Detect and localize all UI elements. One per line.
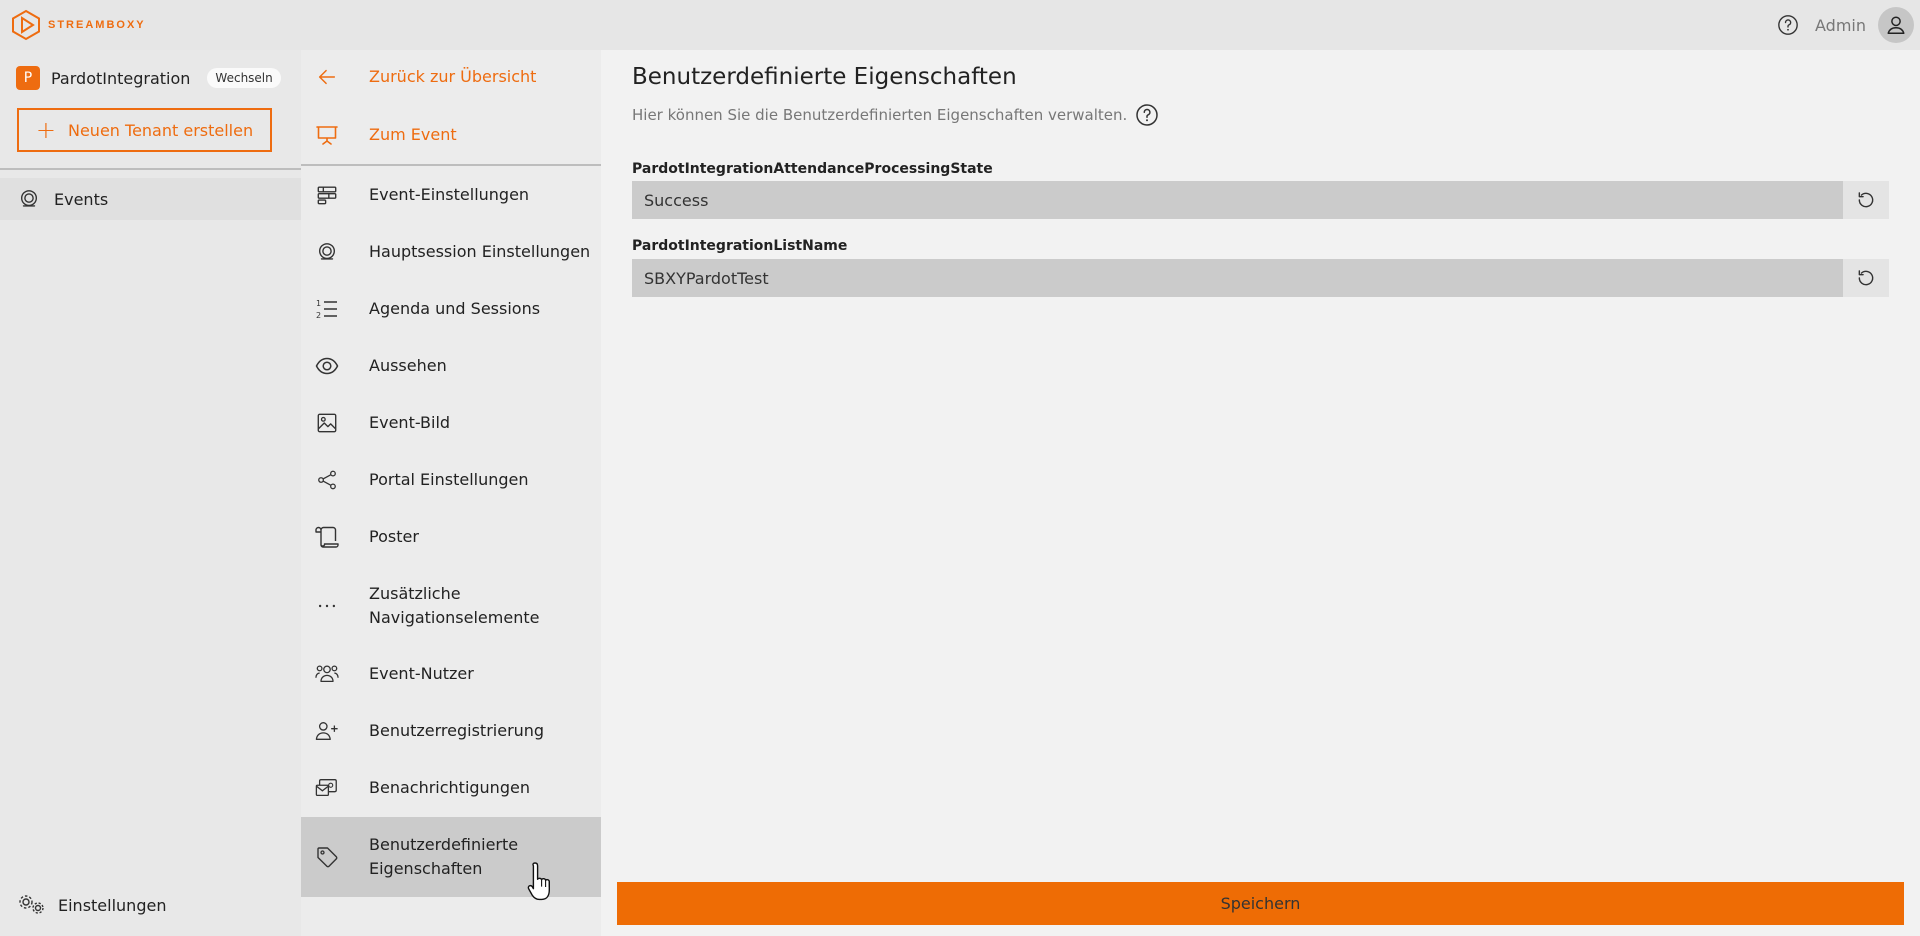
eye-icon bbox=[315, 354, 339, 378]
presentation-icon bbox=[315, 123, 339, 147]
image-icon bbox=[315, 411, 339, 435]
new-tenant-label: Neuen Tenant erstellen bbox=[67, 120, 254, 140]
user-icon bbox=[1887, 16, 1905, 34]
divider bbox=[301, 164, 601, 166]
nav-item-label: Poster bbox=[369, 527, 419, 546]
sidebar-item-events[interactable]: Events bbox=[0, 178, 301, 220]
nav-item-label: Hauptsession Einstellungen bbox=[369, 242, 591, 261]
numbered-list-icon: 12 bbox=[315, 297, 339, 321]
nav-item-event-settings[interactable]: Event-Einstellungen bbox=[301, 172, 601, 218]
tenant-badge: P bbox=[16, 66, 40, 90]
reset-button[interactable] bbox=[1843, 259, 1889, 297]
nav-item-label: Benutzerdefinierte Eigenschaften bbox=[369, 835, 519, 878]
brand-logo[interactable]: STREAMBOXY bbox=[10, 9, 146, 41]
nav-item-label: Agenda und Sessions bbox=[369, 299, 541, 318]
nav-item-label: Benachrichtigungen bbox=[369, 778, 530, 797]
svg-text:1: 1 bbox=[316, 299, 321, 308]
settings-label: Einstellungen bbox=[58, 895, 167, 915]
nav-item-label: Event-Nutzer bbox=[369, 664, 474, 683]
tenant-sidebar: P PardotIntegration Wechseln + Neuen Ten… bbox=[0, 50, 301, 936]
nav-item-poster[interactable]: Poster bbox=[301, 514, 601, 560]
property-value-input[interactable] bbox=[632, 259, 1843, 297]
nav-item-main-session[interactable]: Hauptsession Einstellungen bbox=[301, 229, 601, 275]
mail-icon bbox=[315, 776, 339, 800]
more-icon bbox=[315, 594, 339, 618]
nav-item-extra-navigation[interactable]: Zusätzliche Navigationselemente bbox=[301, 571, 601, 641]
new-tenant-button[interactable]: + Neuen Tenant erstellen bbox=[17, 108, 272, 152]
page-subtitle: Hier können Sie die Benutzerdefinierten … bbox=[632, 103, 1159, 127]
user-plus-icon bbox=[315, 719, 339, 743]
nav-item-label: Event-Bild bbox=[369, 413, 451, 432]
reset-icon bbox=[1858, 270, 1874, 286]
switch-tenant-button[interactable]: Wechseln bbox=[207, 68, 281, 88]
layout-icon bbox=[315, 183, 339, 207]
help-icon[interactable] bbox=[1135, 103, 1159, 127]
brand-name: STREAMBOXY bbox=[48, 19, 146, 31]
property-value-input[interactable] bbox=[632, 181, 1843, 219]
top-bar: STREAMBOXY Admin bbox=[0, 0, 1920, 50]
webcam-icon bbox=[20, 190, 38, 207]
nav-item-portal-settings[interactable]: Portal Einstellungen bbox=[301, 457, 601, 503]
users-icon bbox=[315, 662, 339, 686]
field-label: PardotIntegrationAttendanceProcessingSta… bbox=[632, 161, 993, 177]
arrow-left-icon bbox=[315, 65, 339, 89]
nav-item-event-users[interactable]: Event-Nutzer bbox=[301, 651, 601, 697]
nav-item-label: Portal Einstellungen bbox=[369, 470, 529, 489]
nav-item-label: Event-Einstellungen bbox=[369, 185, 530, 204]
settings-link[interactable]: Einstellungen bbox=[18, 894, 166, 916]
nav-item-label: Zusätzliche Navigationselemente bbox=[369, 584, 540, 627]
nav-item-appearance[interactable]: Aussehen bbox=[301, 343, 601, 389]
to-event-link[interactable]: Zum Event bbox=[301, 112, 601, 158]
tag-icon bbox=[315, 845, 339, 869]
webcam-icon bbox=[315, 240, 339, 264]
tenant-selector: P PardotIntegration Wechseln bbox=[0, 50, 301, 106]
sidebar-item-label: Events bbox=[54, 189, 109, 209]
back-to-overview-link[interactable]: Zurück zur Übersicht bbox=[301, 54, 601, 100]
help-icon[interactable] bbox=[1777, 14, 1799, 36]
main-content: Benutzerdefinierte Eigenschaften Hier kö… bbox=[601, 50, 1920, 936]
page-title: Benutzerdefinierte Eigenschaften bbox=[632, 64, 1017, 90]
reset-icon bbox=[1858, 192, 1874, 208]
streamboxy-logo-icon bbox=[12, 9, 40, 41]
tenant-name: PardotIntegration bbox=[51, 68, 191, 88]
gears-icon bbox=[19, 895, 44, 914]
svg-text:2: 2 bbox=[316, 311, 321, 320]
avatar[interactable] bbox=[1878, 7, 1914, 43]
field-label: PardotIntegrationListName bbox=[632, 238, 848, 254]
back-label: Zurück zur Übersicht bbox=[369, 67, 537, 86]
save-button[interactable]: Speichern bbox=[617, 882, 1904, 925]
nav-item-agenda[interactable]: 12 Agenda und Sessions bbox=[301, 286, 601, 332]
nav-item-label: Aussehen bbox=[369, 356, 447, 375]
user-name[interactable]: Admin bbox=[1815, 16, 1866, 35]
share-icon bbox=[315, 468, 339, 492]
nav-item-event-image[interactable]: Event-Bild bbox=[301, 400, 601, 446]
hand-cursor-icon bbox=[527, 862, 550, 901]
event-nav: Zurück zur Übersicht Zum Event Event-Ein… bbox=[301, 50, 601, 936]
plus-icon: + bbox=[35, 116, 56, 144]
to-event-label: Zum Event bbox=[369, 125, 457, 144]
reset-button[interactable] bbox=[1843, 181, 1889, 219]
subtitle-text: Hier können Sie die Benutzerdefinierten … bbox=[632, 106, 1128, 124]
divider bbox=[0, 168, 301, 170]
nav-item-notifications[interactable]: Benachrichtigungen bbox=[301, 765, 601, 811]
nav-item-user-registration[interactable]: Benutzerregistrierung bbox=[301, 708, 601, 754]
scroll-icon bbox=[315, 525, 339, 549]
nav-item-label: Benutzerregistrierung bbox=[369, 721, 545, 740]
